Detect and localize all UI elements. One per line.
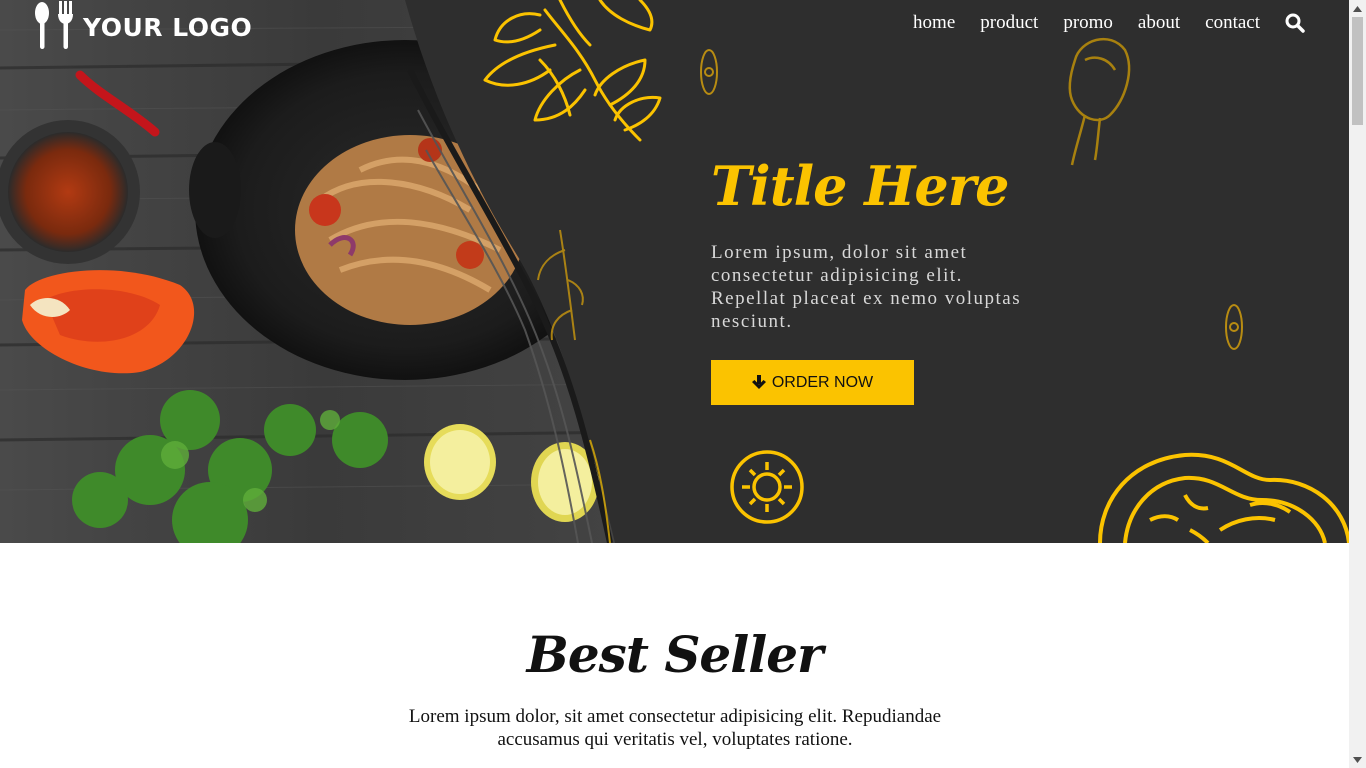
- logo-text: YOUR LOGO: [83, 12, 253, 42]
- nav-product[interactable]: product: [980, 12, 1038, 34]
- logo[interactable]: YOUR LOGO: [33, 0, 252, 54]
- order-now-button[interactable]: ORDER NOW: [711, 360, 914, 405]
- order-now-label: ORDER NOW: [771, 373, 874, 391]
- page: YOUR LOGO home product promo about conta…: [0, 0, 1349, 768]
- hero-content: Title Here Lorem ipsum, dolor sit amet c…: [711, 150, 1041, 405]
- nav-promo[interactable]: promo: [1063, 12, 1113, 34]
- best-seller-description: Lorem ipsum dolor, sit amet consectetur …: [408, 706, 942, 750]
- scroll-up-arrow[interactable]: [1349, 0, 1366, 17]
- hero-description: Lorem ipsum, dolor sit amet consectetur …: [711, 242, 1022, 332]
- spoon-fork-icon: [33, 0, 77, 56]
- arrow-down-icon: [751, 375, 766, 390]
- best-seller-section: Best Seller Lorem ipsum dolor, sit amet …: [0, 543, 1349, 768]
- scroll-down-arrow[interactable]: [1349, 751, 1366, 768]
- search-icon[interactable]: [1285, 13, 1305, 33]
- nav-about[interactable]: about: [1138, 12, 1180, 34]
- hero-section: YOUR LOGO home product promo about conta…: [0, 0, 1349, 543]
- scroll-thumb[interactable]: [1352, 17, 1363, 125]
- best-seller-title: Best Seller: [526, 625, 824, 684]
- page-scrollbar[interactable]: [1349, 0, 1366, 768]
- nav-contact[interactable]: contact: [1205, 12, 1260, 34]
- nav-home[interactable]: home: [913, 12, 955, 34]
- hero-background: [0, 0, 1349, 543]
- main-nav: home product promo about contact: [888, 12, 1305, 34]
- hero-title: Title Here: [711, 154, 1010, 218]
